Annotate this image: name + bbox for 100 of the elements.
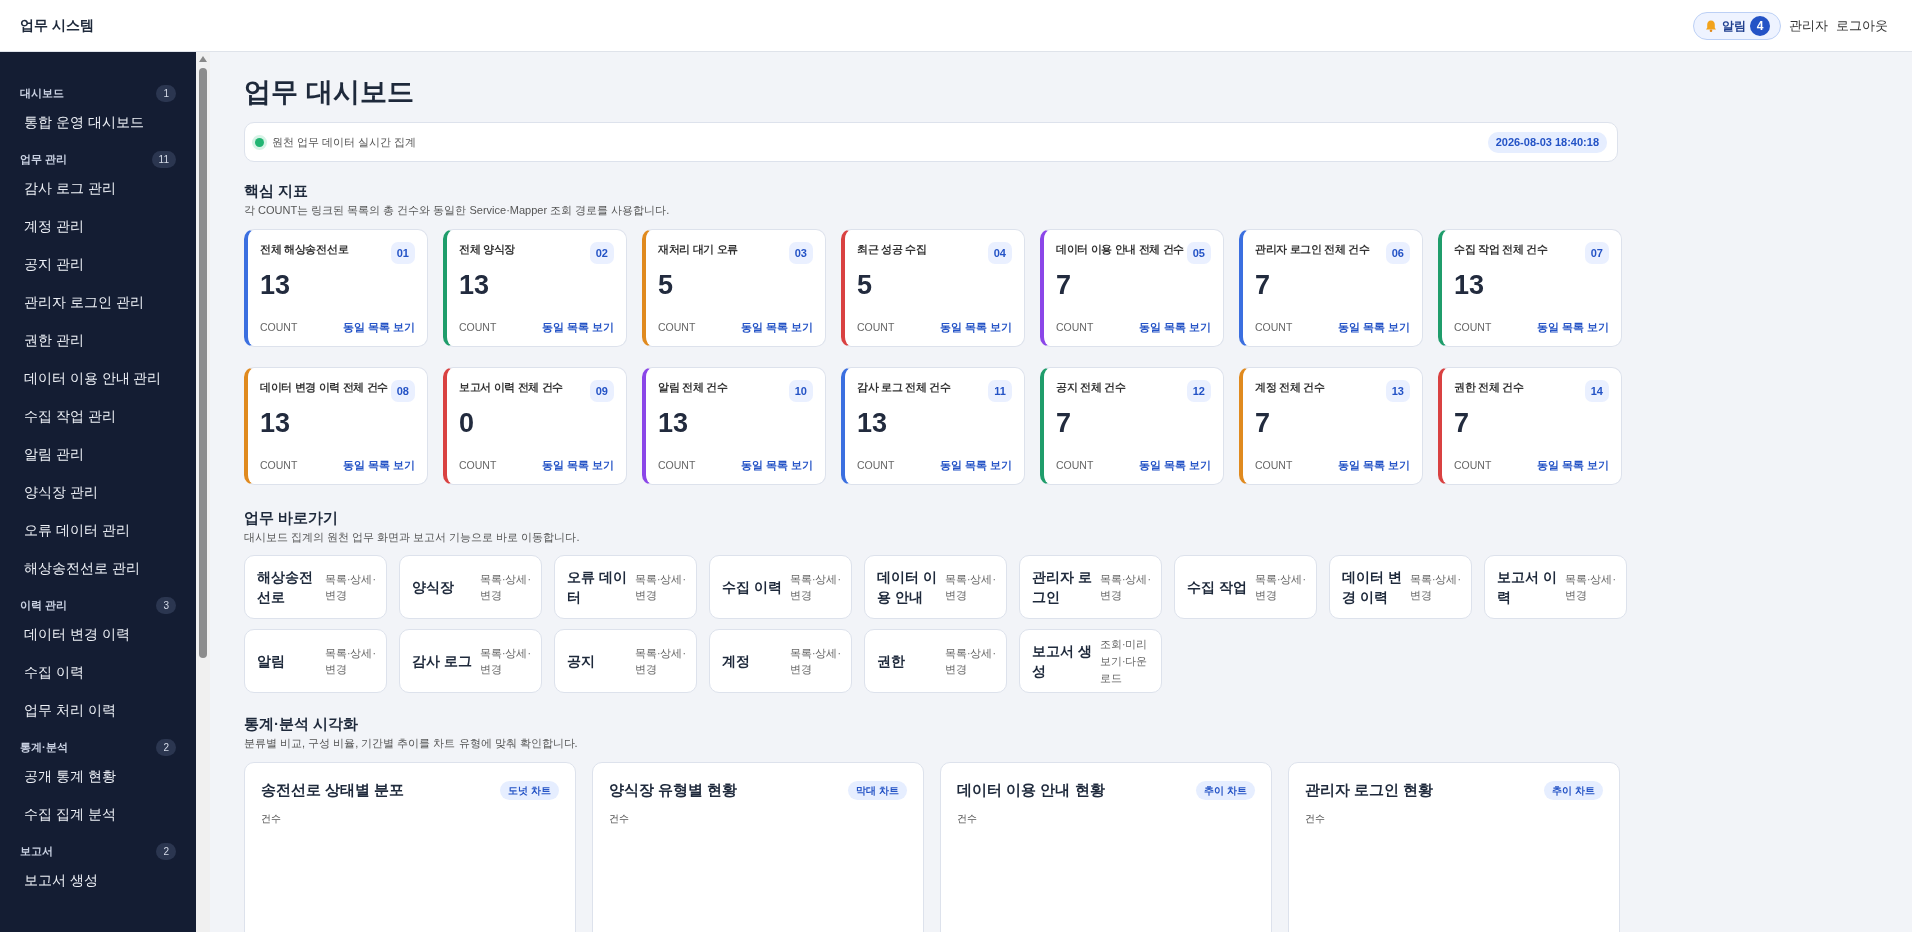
list-link[interactable]: 동일 목록 보기 — [1139, 458, 1211, 474]
sidebar-item[interactable]: 데이터 이용 안내 관리 — [0, 360, 196, 398]
chart-title: 양식장 유형별 현황 — [609, 779, 738, 800]
list-link[interactable]: 동일 목록 보기 — [741, 320, 813, 336]
metric-title: 데이터 변경 이력 전체 건수 — [260, 379, 389, 395]
metric-value: 0 — [459, 410, 476, 438]
shortcut-description: 목록·상세·변경 — [790, 645, 841, 678]
sidebar-item[interactable]: 공개 통계 현황 — [0, 758, 196, 796]
sidebar-item[interactable]: 데이터 변경 이력 — [0, 616, 196, 654]
shortcut-card[interactable]: 공지 목록·상세·변경 — [554, 629, 697, 694]
sidebar-item[interactable]: 해상송전선로 관리 — [0, 550, 196, 588]
sidebar-item[interactable]: 감사 로그 관리 — [0, 170, 196, 208]
list-link[interactable]: 동일 목록 보기 — [542, 320, 614, 336]
shortcut-title: 해상송전선로 — [257, 568, 314, 608]
sidebar-item[interactable]: 수집 작업 관리 — [0, 398, 196, 436]
sidebar-group-title: 보고서 — [20, 843, 53, 859]
alert-button[interactable]: 알림 4 — [1693, 11, 1781, 40]
metric-title: 계정 전체 건수 — [1255, 379, 1325, 395]
shortcut-card[interactable]: 알림 목록·상세·변경 — [244, 629, 387, 694]
metric-title: 권한 전체 건수 — [1454, 379, 1524, 395]
count-badge: 2 — [156, 738, 176, 756]
metric-unit: COUNT — [857, 458, 895, 474]
metric-title: 전체 해상송전선로 — [260, 241, 349, 257]
scrollbar[interactable] — [196, 52, 210, 932]
bell-icon — [1704, 18, 1718, 33]
sidebar-item[interactable]: 수집 이력 — [0, 654, 196, 692]
shortcut-card[interactable]: 계정 목록·상세·변경 — [709, 629, 852, 694]
shortcut-description: 목록·상세·변경 — [1100, 571, 1151, 604]
shortcut-card[interactable]: 해상송전선로 목록·상세·변경 — [244, 555, 387, 620]
list-link[interactable]: 동일 목록 보기 — [1338, 458, 1410, 474]
sidebar-item[interactable]: 권한 관리 — [0, 322, 196, 360]
metric-title: 전체 양식장 — [459, 241, 516, 257]
sidebar-item[interactable]: 업무 처리 이력 — [0, 692, 196, 730]
sidebar-item[interactable]: 수집 집계 분석 — [0, 796, 196, 834]
sidebar-item[interactable]: 통합 운영 대시보드 — [0, 104, 196, 142]
list-link[interactable]: 동일 목록 보기 — [1139, 320, 1211, 336]
shortcut-card[interactable]: 양식장 목록·상세·변경 — [399, 555, 542, 620]
metric-value: 5 — [658, 272, 675, 300]
sidebar-item[interactable]: 오류 데이터 관리 — [0, 512, 196, 550]
shortcut-card[interactable]: 보고서 이력 목록·상세·변경 — [1484, 555, 1627, 620]
list-link[interactable]: 동일 목록 보기 — [1338, 320, 1410, 336]
count-badge: 11 — [151, 150, 176, 168]
metric-title: 수집 작업 전체 건수 — [1454, 241, 1548, 257]
shortcut-description: 목록·상세·변경 — [480, 571, 531, 604]
sidebar-group-title: 대시보드 — [20, 85, 64, 101]
index-badge: 06 — [1385, 241, 1410, 265]
section-subtitle: 대시보드 집계의 원천 업무 화면과 보고서 기능으로 바로 이동합니다. — [244, 529, 581, 545]
metric-unit: COUNT — [1454, 320, 1492, 336]
index-badge: 08 — [390, 379, 415, 403]
metric-value: 7 — [1255, 272, 1272, 300]
sidebar-item[interactable]: 알림 관리 — [0, 436, 196, 474]
metric-unit: COUNT — [1255, 458, 1293, 474]
list-link[interactable]: 동일 목록 보기 — [741, 458, 813, 474]
index-badge: 01 — [390, 241, 415, 265]
list-link[interactable]: 동일 목록 보기 — [1537, 320, 1609, 336]
metric-value: 13 — [260, 272, 292, 300]
sidebar-item[interactable]: 보고서 생성 — [0, 862, 196, 900]
chart-type-badge: 막대 차트 — [848, 780, 907, 800]
section-title: 업무 바로가기 — [244, 508, 340, 527]
shortcut-title: 수집 이력 — [722, 578, 782, 598]
list-link[interactable]: 동일 목록 보기 — [940, 320, 1012, 336]
sidebar-item[interactable]: 계정 관리 — [0, 208, 196, 246]
list-link[interactable]: 동일 목록 보기 — [940, 458, 1012, 474]
shortcut-description: 목록·상세·변경 — [1410, 571, 1461, 604]
shortcut-title: 수집 작업 — [1187, 578, 1247, 598]
shortcut-card[interactable]: 데이터 이용 안내 목록·상세·변경 — [864, 555, 1007, 620]
logout-button[interactable]: 로그아웃 — [1836, 15, 1888, 36]
scroll-up-icon[interactable] — [199, 55, 207, 63]
sidebar-item[interactable]: 관리자 로그인 관리 — [0, 284, 196, 322]
count-badge: 3 — [156, 596, 176, 614]
shortcut-card[interactable]: 오류 데이터 목록·상세·변경 — [554, 555, 697, 620]
count-badge: 4 — [1750, 15, 1770, 36]
section-title: 통계·분석 시각화 — [244, 715, 360, 734]
metric-title: 관리자 로그인 전체 건수 — [1255, 241, 1370, 257]
chart-type-badge: 추이 차트 — [1544, 780, 1603, 800]
list-link[interactable]: 동일 목록 보기 — [1537, 458, 1609, 474]
metric-unit: COUNT — [260, 458, 298, 474]
index-badge: 10 — [788, 379, 813, 403]
list-link[interactable]: 동일 목록 보기 — [542, 458, 614, 474]
shortcut-card[interactable]: 데이터 변경 이력 목록·상세·변경 — [1329, 555, 1472, 620]
sidebar-group-title: 이력 관리 — [20, 597, 68, 613]
metric-title: 데이터 이용 안내 전체 건수 — [1056, 241, 1185, 257]
metric-unit: COUNT — [857, 320, 895, 336]
shortcut-title: 보고서 생성 — [1032, 642, 1092, 682]
shortcut-title: 계정 — [722, 652, 751, 672]
shortcut-description: 목록·상세·변경 — [480, 645, 531, 678]
sidebar-item[interactable]: 공지 관리 — [0, 246, 196, 284]
metric-value: 13 — [857, 410, 889, 438]
sidebar-group-title: 통계·분석 — [20, 739, 68, 755]
axis-label: 건수 — [261, 812, 282, 827]
shortcut-card[interactable]: 관리자 로그인 목록·상세·변경 — [1019, 555, 1162, 620]
chart-title: 송전선로 상태별 분포 — [261, 779, 405, 800]
shortcut-title: 권한 — [877, 652, 906, 672]
metric-unit: COUNT — [658, 458, 696, 474]
list-link[interactable]: 동일 목록 보기 — [343, 320, 415, 336]
shortcut-card[interactable]: 권한 목록·상세·변경 — [864, 629, 1007, 694]
metric-value: 13 — [658, 410, 690, 438]
user-button[interactable]: 관리자 — [1789, 15, 1828, 36]
list-link[interactable]: 동일 목록 보기 — [343, 458, 415, 474]
sidebar-item[interactable]: 양식장 관리 — [0, 474, 196, 512]
